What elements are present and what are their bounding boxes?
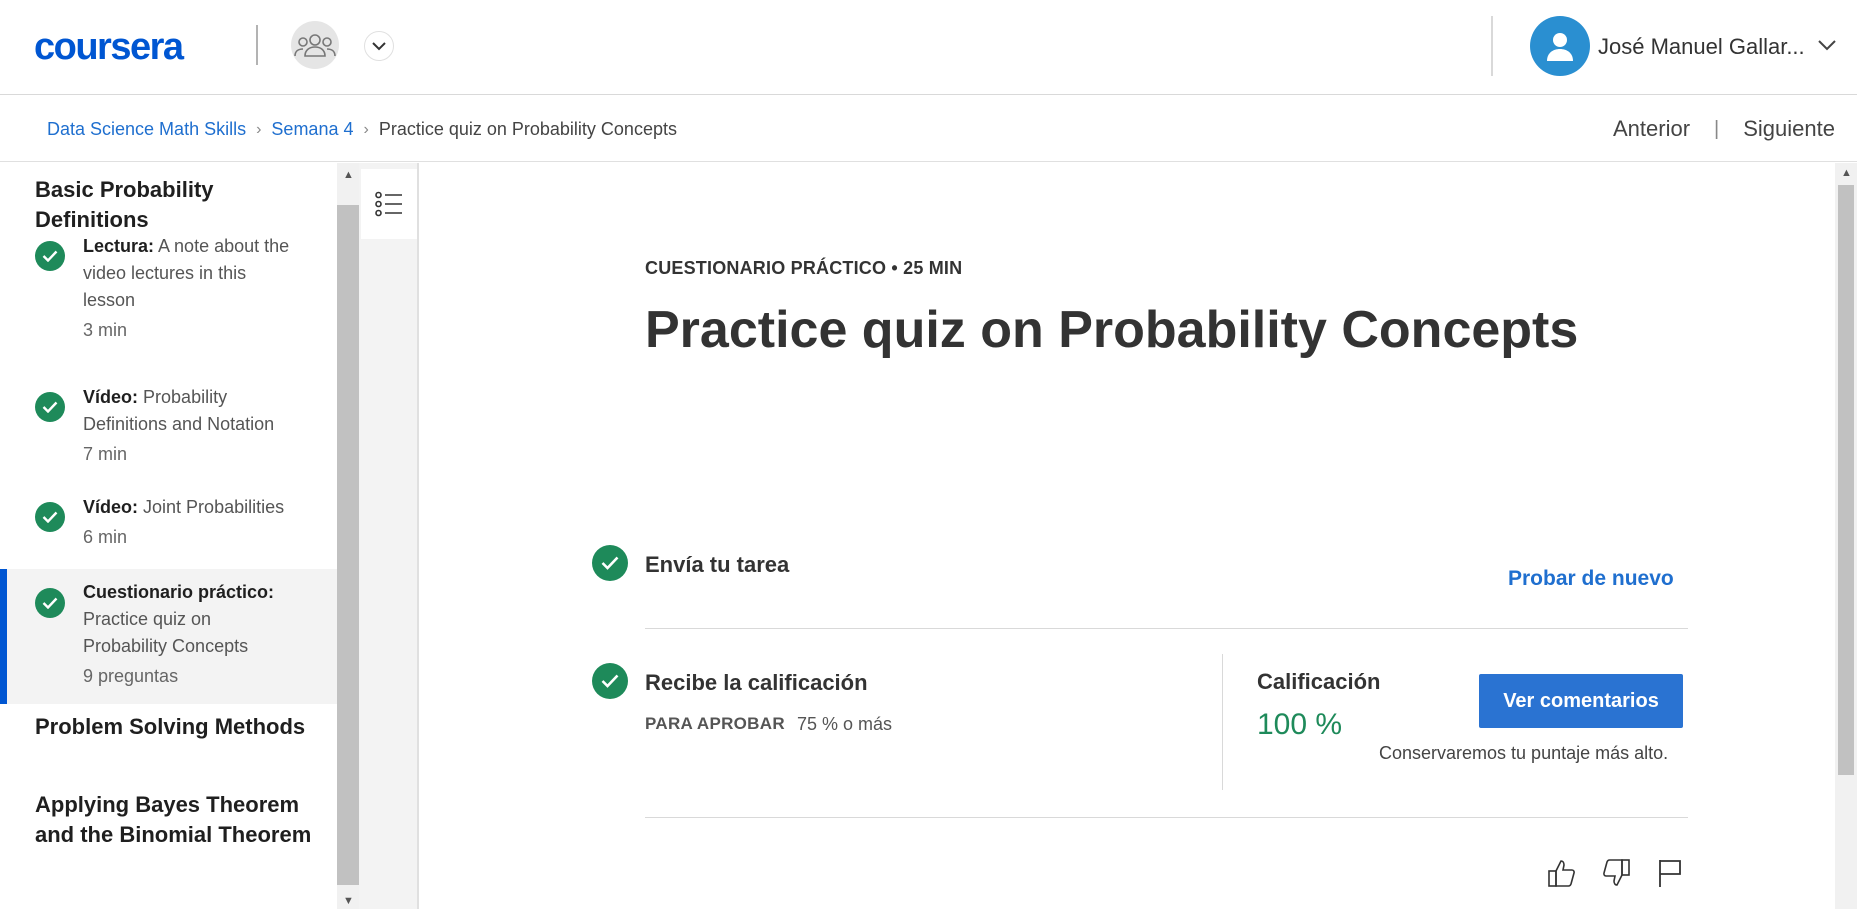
chevron-down-icon[interactable] [364, 31, 394, 61]
user-name[interactable]: José Manuel Gallar... [1598, 34, 1805, 60]
nav-separator: | [1714, 117, 1720, 140]
item-type: Vídeo: [83, 497, 139, 517]
sidebar-item-text: Vídeo: Probability Definitions and Notat… [83, 384, 293, 468]
divider [645, 817, 1688, 818]
main-scrollbar[interactable]: ▲ [1835, 163, 1857, 909]
item-duration: 3 min [83, 320, 128, 340]
panel-toggle-strip [359, 163, 419, 909]
checkmark-icon [592, 545, 628, 581]
scroll-up-icon[interactable]: ▲ [343, 169, 354, 181]
user-icon[interactable] [1530, 16, 1590, 76]
sidebar-item-text: Cuestionario práctico: Practice quiz on … [83, 579, 293, 690]
page-title: Practice quiz on Probability Concepts [645, 301, 1579, 359]
next-button[interactable]: Siguiente [1743, 116, 1835, 142]
item-duration: 6 min [83, 527, 128, 547]
grade-label: Calificación [1257, 669, 1381, 694]
scrollbar-thumb[interactable] [337, 205, 359, 885]
item-title: Practice quiz on Probability Concepts [83, 609, 249, 656]
section-title-basic-probability[interactable]: Basic Probability Definitions [35, 175, 315, 235]
prev-next-nav: Anterior | Siguiente [1613, 116, 1835, 142]
item-type: Lectura: [83, 236, 155, 256]
retry-button[interactable]: Probar de nuevo [1508, 567, 1674, 591]
pass-value: 75 % o más [797, 714, 893, 734]
sidebar-item-text: Vídeo: Joint Probabilities 6 min [83, 494, 293, 551]
divider [645, 628, 1688, 629]
item-duration: 9 preguntas [83, 666, 179, 686]
chevron-right-icon: › [256, 120, 262, 138]
item-type: Cuestionario práctico: [83, 582, 275, 602]
breadcrumb: Data Science Math Skills › Semana 4 › Pr… [47, 119, 677, 140]
top-header: coursera José Manuel Gallar... [0, 0, 1857, 95]
item-type: Vídeo: [83, 387, 139, 407]
list-icon[interactable] [361, 169, 417, 239]
breadcrumb-week-link[interactable]: Semana 4 [271, 119, 353, 140]
item-title: Joint Probabilities [143, 497, 285, 517]
step-grade-label: Recibe la calificación [645, 670, 868, 695]
checkmark-icon [35, 502, 65, 532]
sidebar-item-video-joint[interactable]: Vídeo: Joint Probabilities 6 min [0, 497, 337, 562]
course-sidebar: Basic Probability Definitions Lectura: A… [0, 163, 337, 909]
scrollbar-thumb[interactable] [1838, 185, 1854, 775]
scroll-up-icon[interactable]: ▲ [1841, 167, 1852, 179]
thumbs-up-icon[interactable] [1545, 856, 1579, 890]
pass-label: PARA APROBAR [645, 714, 785, 733]
checkmark-icon [35, 588, 65, 618]
sidebar-scrollbar[interactable]: ▲ ▼ [337, 163, 359, 909]
sidebar-item-practice-quiz[interactable]: Cuestionario práctico: Practice quiz on … [0, 569, 337, 704]
breadcrumb-bar: Data Science Math Skills › Semana 4 › Pr… [0, 96, 1857, 162]
item-kicker: CUESTIONARIO PRÁCTICO • 25 MIN [645, 258, 963, 278]
group-icon[interactable] [291, 21, 339, 69]
checkmark-icon [35, 241, 65, 271]
divider-vertical [1222, 654, 1223, 790]
coursera-logo[interactable]: coursera [34, 26, 184, 69]
sidebar-item-video-definitions[interactable]: Vídeo: Probability Definitions and Notat… [0, 387, 337, 472]
thumbs-down-icon[interactable] [1599, 856, 1633, 890]
checkmark-icon [592, 663, 628, 699]
view-feedback-button[interactable]: Ver comentarios [1479, 674, 1683, 728]
section-title-bayes[interactable]: Applying Bayes Theorem and the Binomial … [35, 790, 315, 850]
item-duration: 7 min [83, 444, 128, 464]
checkmark-icon [35, 392, 65, 422]
flag-icon[interactable] [1653, 856, 1687, 890]
breadcrumb-course-link[interactable]: Data Science Math Skills [47, 119, 246, 140]
scroll-down-icon[interactable]: ▼ [343, 895, 354, 907]
sidebar-item-reading[interactable]: Lectura: A note about the video lectures… [0, 236, 337, 353]
section-title-problem-solving[interactable]: Problem Solving Methods [35, 712, 315, 742]
keep-score-note: Conservaremos tu puntaje más alto. [1379, 743, 1669, 763]
feedback-icons [1545, 856, 1687, 890]
chevron-down-icon[interactable] [1818, 38, 1836, 56]
chevron-right-icon: › [363, 120, 369, 138]
sidebar-item-text: Lectura: A note about the video lectures… [83, 233, 293, 344]
logo-divider [256, 25, 258, 65]
breadcrumb-current: Practice quiz on Probability Concepts [378, 119, 677, 139]
grade-value: 100 % [1257, 708, 1343, 741]
header-divider [1491, 16, 1493, 76]
step-submit-label: Envía tu tarea [645, 552, 790, 577]
previous-button[interactable]: Anterior [1613, 116, 1690, 142]
